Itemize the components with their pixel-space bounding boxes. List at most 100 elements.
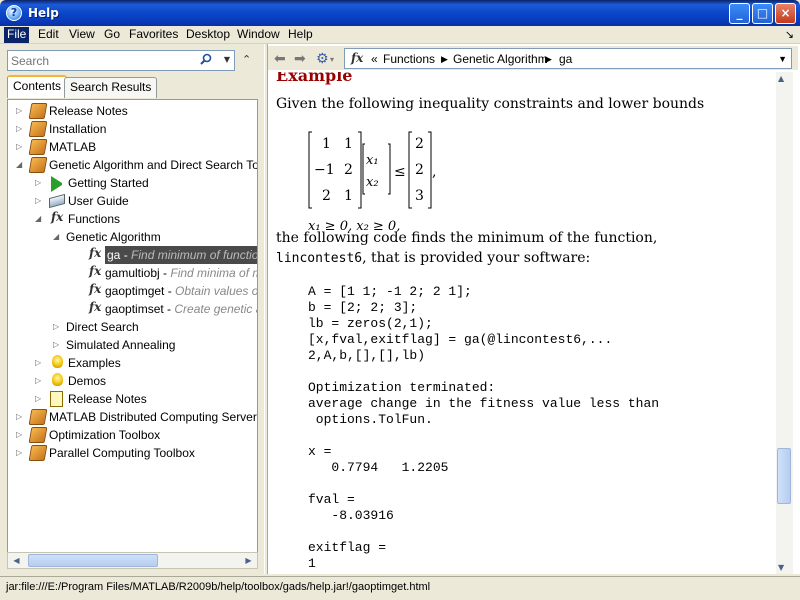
scrollbar-thumb[interactable] [28,554,158,567]
maximize-button[interactable]: □ [752,3,773,24]
vector-b-entry: 3 [415,188,424,204]
expand-icon[interactable]: ▷ [35,390,45,408]
menu-help[interactable]: Help [285,27,316,43]
expand-icon[interactable]: ▷ [35,174,45,192]
tree-item-label: Genetic Algorithm [66,230,161,244]
expand-icon[interactable]: ▷ [53,336,63,354]
tree-item-label: Simulated Annealing [66,338,176,352]
breadcrumb: fx « Functions ▶ Genetic Algorithm ▶ ga … [344,48,792,69]
contents-tree: ▷ Release Notes ▷ Installation ▷ MATLAB … [7,99,258,569]
tree-item-label: Release Notes [68,392,147,406]
vector-x-entry: x₁ [366,153,379,168]
tab-contents[interactable]: Contents [7,75,68,98]
search-dropdown-icon[interactable]: ▼ [224,55,230,64]
math-comma: , [432,164,436,180]
expand-icon[interactable]: ▷ [16,408,26,426]
tree-item-label: Parallel Computing Toolbox [49,446,195,460]
back-arrow-icon[interactable]: ⬅ [274,51,286,67]
collapse-tree-icon[interactable]: ◢ [53,228,63,246]
close-button[interactable]: × [775,3,796,24]
navigation-toolbar: ⬅ ➡ ⚙ ▾ fx « Functions ▶ Genetic Algorit… [268,46,798,70]
breadcrumb-separator-icon: ▶ [441,54,448,64]
tree-horizontal-scrollbar[interactable]: ◀ ▶ [7,552,258,569]
tab-search-results[interactable]: Search Results [64,77,158,98]
code-intro-paragraph: the following code finds the minimum of … [276,228,716,268]
breadcrumb-back[interactable]: « [371,52,378,66]
menu-window[interactable]: Window [234,27,283,43]
search-input[interactable] [8,51,198,70]
navigator-tabs: Contents Search Results [7,75,257,99]
breadcrumb-genetic-algorithm[interactable]: Genetic Algorithm [453,52,548,66]
expand-icon[interactable]: ▷ [35,372,45,390]
search-icon[interactable] [200,53,212,65]
expand-icon[interactable]: ▷ [16,138,26,156]
expand-icon[interactable]: ▷ [16,102,26,120]
collapse-tree-icon[interactable]: ◢ [35,210,45,228]
menu-desktop[interactable]: Desktop [183,27,233,43]
matrix-a-cell: 1 [344,136,353,152]
tree-item-label: MATLAB [49,140,97,154]
menu-favorites[interactable]: Favorites [126,27,181,43]
book-icon [28,103,48,119]
content-vertical-scrollbar[interactable]: ▲ ▼ [776,72,793,574]
tree-item-label: Optimization Toolbox [49,428,161,442]
title-bar: ? Help _ □ × [0,0,800,26]
book-icon [28,157,48,173]
scroll-left-icon[interactable]: ◀ [9,554,24,567]
tree-item-label: Installation [49,122,107,136]
tree-item-label: gamultiobj - Find minima of multi [105,264,257,282]
tree-item-label: Release Notes [49,104,128,118]
scrollbar-thumb[interactable] [777,448,791,504]
gear-icon[interactable]: ⚙ [316,51,329,67]
breadcrumb-separator-icon: ▶ [545,54,552,64]
forward-arrow-icon[interactable]: ➡ [294,51,306,67]
gear-dropdown-icon[interactable]: ▾ [330,55,334,64]
matrix-a-cell: −1 [314,162,335,178]
undock-arrow-icon[interactable]: ↘ [785,28,794,41]
menu-view[interactable]: View [66,27,98,43]
expand-icon[interactable]: ▷ [35,192,45,210]
matrix-a-cell: 1 [344,188,353,204]
vector-b-entry: 2 [415,136,424,152]
expand-icon[interactable]: ▷ [16,444,26,462]
scroll-up-icon[interactable]: ▲ [778,74,784,83]
menu-go[interactable]: Go [101,27,123,43]
function-icon: fx [51,210,64,224]
expand-icon[interactable]: ▷ [35,354,45,372]
function-desc: Find minima of multi [170,266,257,280]
search-box: ▼ [7,50,235,71]
window-title: Help [28,6,59,20]
expand-icon[interactable]: ▷ [16,120,26,138]
play-icon [51,176,67,192]
bulb-icon [52,355,63,368]
function-name: gamultiobj [105,266,160,280]
function-icon: fx [89,246,102,260]
function-desc: Obtain values of g [175,284,258,298]
breadcrumb-dropdown-icon[interactable]: ▼ [778,54,787,64]
collapse-tree-icon[interactable]: ◢ [16,156,26,174]
minimize-button[interactable]: _ [729,3,750,24]
breadcrumb-functions[interactable]: Functions [383,52,435,66]
scroll-right-icon[interactable]: ▶ [241,554,256,567]
status-bar: jar:file:///E:/Program Files/MATLAB/R200… [0,576,800,600]
bulb-icon [52,373,63,386]
status-url: jar:file:///E:/Program Files/MATLAB/R200… [6,581,431,593]
expand-icon[interactable]: ▷ [16,426,26,444]
section-heading: Example [276,72,353,85]
breadcrumb-ga[interactable]: ga [559,52,572,66]
help-content: Example Given the following inequality c… [268,72,782,574]
function-name: gaoptimset [105,302,164,316]
help-navigator: ▼ ⌃ Contents Search Results ▷ Release No… [0,44,264,574]
code-intro-text: the following code finds the minimum of … [276,230,658,246]
book-icon [28,139,48,155]
tree-item-label: Genetic Algorithm and Direct Search Tool… [49,158,257,172]
help-app-icon: ? [6,5,22,21]
expand-icon[interactable]: ▷ [53,318,63,336]
book-icon [28,445,48,461]
matrix-a-cell: 2 [344,162,353,178]
scroll-down-icon[interactable]: ▼ [778,563,784,572]
collapse-icon[interactable]: ⌃ [242,53,251,66]
menu-edit[interactable]: Edit [35,27,62,43]
code-example: A = [1 1; -1 2; 2 1]; b = [2; 2; 3]; lb … [308,284,660,571]
menu-file[interactable]: File [4,27,30,43]
